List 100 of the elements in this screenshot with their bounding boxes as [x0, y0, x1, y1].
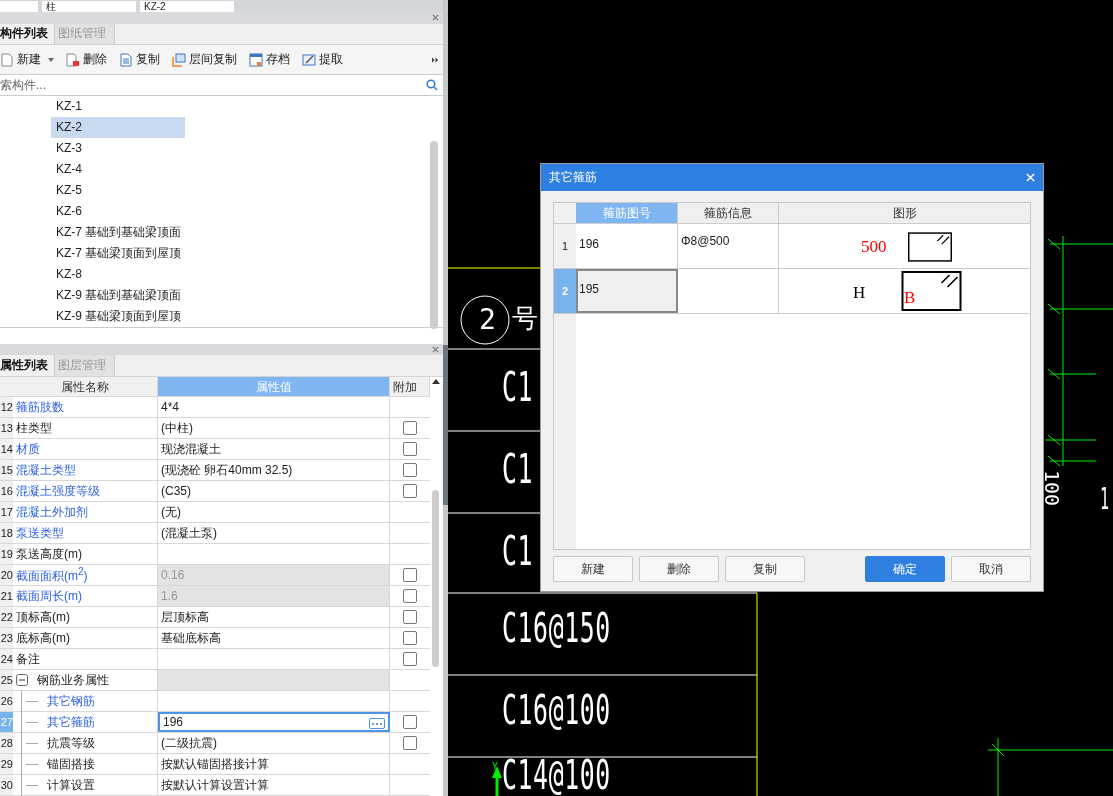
scrollbar[interactable] — [430, 140, 438, 329]
cad-text: 号 — [512, 305, 538, 331]
toolbar-button[interactable]: 层间复制 — [172, 51, 237, 69]
cad-text: C1 — [502, 449, 534, 489]
toolbar-button[interactable]: 存档 — [249, 51, 290, 69]
table-cell: (中柱) — [158, 418, 390, 439]
close-icon[interactable] — [432, 14, 439, 22]
more-icon[interactable] — [432, 56, 439, 63]
row-number: 16 — [0, 481, 13, 502]
scrollbar[interactable] — [432, 490, 439, 668]
property-name: 其它箍筋 — [47, 713, 95, 731]
toolbar-button[interactable]: 复制 — [119, 51, 160, 69]
table-cell[interactable]: 196 — [576, 224, 678, 268]
property-name: 钢筋业务属性 — [37, 671, 109, 689]
toolbar-button[interactable]: 删除 — [66, 51, 107, 69]
dialog-title: 其它箍筋 — [549, 169, 597, 186]
property-name: 锚固搭接 — [47, 755, 95, 773]
property-name: 箍筋肢数 — [16, 398, 64, 416]
cad-text: 2 — [479, 306, 496, 334]
splitter-handle[interactable] — [443, 345, 448, 505]
copy-icon — [119, 52, 133, 67]
table-cell[interactable]: 195 — [576, 269, 678, 313]
dialog-button[interactable]: 删除 — [639, 556, 719, 582]
delete-icon — [66, 52, 80, 67]
checkbox[interactable] — [403, 442, 417, 457]
table-cell: 基础底标高 — [158, 628, 390, 649]
dialog-button[interactable]: 确定 — [865, 556, 945, 582]
property-name: 泵送高度(m) — [16, 545, 82, 563]
property-name: 柱类型 — [16, 419, 52, 437]
table-cell: (C35) — [158, 481, 390, 502]
dialog-button[interactable]: 取消 — [951, 556, 1031, 582]
property-name: 材质 — [16, 440, 40, 458]
column-header: 属性值 — [158, 377, 390, 397]
tree-item[interactable]: KZ-9 基础梁顶面到屋顶 — [51, 305, 185, 327]
row-number: 27 — [0, 712, 13, 733]
cad-text: 1 — [1100, 484, 1110, 514]
row-number: 29 — [0, 754, 13, 775]
tree-item[interactable]: KZ-4 — [51, 158, 185, 180]
column-header: 箍筋信息 — [678, 203, 779, 223]
row-number: 14 — [0, 439, 13, 460]
checkbox[interactable] — [403, 484, 417, 499]
caret-icon — [48, 57, 54, 62]
checkbox[interactable] — [403, 463, 417, 478]
table-cell: (二级抗震) — [158, 733, 390, 754]
table-cell: 4*4 — [158, 397, 390, 418]
row-number: 23 — [0, 628, 13, 649]
row-number: 25 — [0, 670, 13, 691]
checkbox[interactable] — [403, 421, 417, 436]
save-icon — [249, 52, 263, 67]
tree-item[interactable]: KZ-5 — [51, 179, 185, 201]
tab[interactable]: 属性列表 — [0, 355, 55, 377]
tree-item[interactable]: KZ-9 基础到基础梁顶面 — [51, 284, 185, 306]
row-number: 18 — [0, 523, 13, 544]
search-field[interactable]: 索构件... — [0, 77, 426, 92]
property-name: 顶标高(m) — [16, 608, 70, 626]
toolbar-button[interactable]: 新建 — [0, 51, 54, 69]
dimension-label: B — [904, 289, 916, 306]
tab[interactable]: 构件列表 — [0, 23, 55, 45]
checkbox[interactable] — [403, 652, 417, 667]
column-header: 箍筋图号 — [576, 203, 678, 223]
tree-item[interactable]: KZ-1 — [51, 95, 185, 117]
property-name: 截面周长(m) — [16, 587, 82, 605]
property-name: 备注 — [16, 650, 40, 668]
column-header: 附加 — [390, 377, 430, 397]
tree-item[interactable]: KZ-7 基础到基础梁顶面 — [51, 221, 185, 243]
cad-text: C16@100 — [502, 690, 611, 730]
table-cell: (无) — [158, 502, 390, 523]
input-field[interactable]: KZ-2 — [140, 0, 234, 12]
tree-item[interactable]: KZ-6 — [51, 200, 185, 222]
tree-item[interactable]: KZ-2 — [51, 116, 185, 138]
property-name: 底标高(m) — [16, 629, 70, 647]
cad-text: C14@100 — [502, 755, 611, 795]
checkbox[interactable] — [403, 631, 417, 646]
property-name: 其它钢筋 — [47, 692, 95, 710]
tree-item[interactable]: KZ-8 — [51, 263, 185, 285]
input-field[interactable]: 柱 — [42, 0, 136, 12]
property-name: 混凝土强度等级 — [16, 482, 100, 500]
table-cell: 0.16 — [158, 565, 390, 586]
copy-icon — [172, 52, 186, 67]
property-name: 混凝土外加剂 — [16, 503, 88, 521]
row-number: 30 — [0, 775, 13, 796]
checkbox[interactable] — [403, 610, 417, 625]
property-name: 混凝土类型 — [16, 461, 76, 479]
input-field[interactable] — [0, 0, 38, 12]
row-number: 2 — [554, 269, 576, 313]
tree-item[interactable]: KZ-7 基础梁顶面到屋顶 — [51, 242, 185, 264]
row-number: 17 — [0, 502, 13, 523]
edit-icon — [302, 52, 316, 67]
table-cell: 按默认锚固搭接计算 — [158, 754, 390, 775]
toolbar-button[interactable]: 提取 — [302, 51, 343, 69]
table-cell: 按默认计算设置计算 — [158, 775, 390, 796]
cad-text: C1 — [502, 367, 534, 407]
stirrup-shape-drawing — [901, 271, 962, 311]
row-number: 15 — [0, 460, 13, 481]
table-cell: (现浇砼 卵石40mm 32.5) — [158, 460, 390, 481]
dialog-button[interactable]: 新建 — [553, 556, 633, 582]
table-cell: 层顶标高 — [158, 607, 390, 628]
close-icon[interactable] — [432, 345, 439, 353]
dialog-button[interactable]: 复制 — [725, 556, 805, 582]
tree-item[interactable]: KZ-3 — [51, 137, 185, 159]
